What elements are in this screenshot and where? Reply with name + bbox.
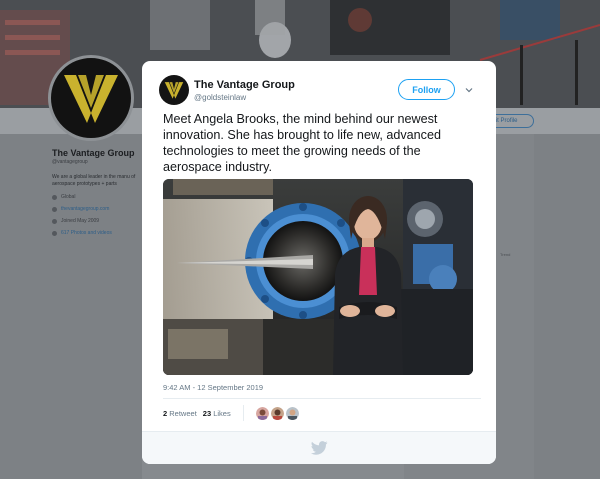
- background-photos[interactable]: 617 Photos and videos: [52, 230, 142, 236]
- background-website-text[interactable]: thevantagegroup.com: [61, 206, 109, 212]
- tweet-photo-image: [163, 179, 473, 375]
- calendar-icon: [52, 218, 57, 224]
- divider-top: [163, 398, 481, 399]
- tweet-text: Meet Angela Brooks, the mind behind our …: [163, 112, 441, 174]
- background-profile-handle: @vantagegroup: [52, 159, 88, 165]
- background-side-tag: Trend: [500, 252, 511, 257]
- chevron-down-icon[interactable]: [464, 85, 474, 95]
- background-joined: Joined May 2009: [52, 218, 142, 224]
- link-icon: [52, 206, 57, 212]
- background-photos-text[interactable]: 617 Photos and videos: [61, 230, 112, 236]
- follow-button[interactable]: Follow: [398, 79, 455, 100]
- tweet-stats: 2 Retweet 23 Likes: [163, 403, 299, 423]
- liker-avatar[interactable]: [255, 406, 269, 420]
- background-location: Global: [52, 194, 142, 200]
- author-name[interactable]: The Vantage Group: [194, 79, 295, 91]
- tweet-photo[interactable]: [163, 179, 473, 375]
- liker-avatar[interactable]: [270, 406, 284, 420]
- stats-separator: [242, 405, 244, 421]
- likers-avatars: [255, 406, 299, 420]
- like-label: Likes: [213, 408, 231, 418]
- tweet-modal: The Vantage Group @goldsteinlaw Follow M…: [142, 61, 496, 464]
- like-stat[interactable]: 23 Likes: [203, 409, 231, 418]
- background-profile-avatar[interactable]: [48, 55, 134, 141]
- like-count: 23: [202, 408, 212, 418]
- location-icon: [52, 194, 57, 200]
- modal-footer: [142, 431, 496, 464]
- author-avatar[interactable]: [159, 75, 189, 105]
- retweet-label: Retweet: [169, 408, 197, 418]
- retweet-count: 2: [163, 408, 168, 418]
- bird-logo-icon: [310, 441, 328, 455]
- background-joined-text: Joined May 2009: [61, 218, 100, 224]
- background-profile-sidebar: The Vantage Group @vantagegroup We are a…: [52, 148, 142, 236]
- background-location-text: Global: [61, 194, 76, 200]
- retweet-stat[interactable]: 2 Retweet: [163, 409, 197, 418]
- background-profile-name: The Vantage Group: [52, 148, 135, 158]
- background-profile-bio: We are a global leader in the manu of ae…: [52, 174, 136, 187]
- vantage-logo-icon: [164, 82, 184, 99]
- vantage-logo-icon: [64, 75, 118, 123]
- author-handle[interactable]: @goldsteinlaw: [194, 93, 246, 102]
- tweet-timestamp[interactable]: 9:42 AM - 12 September 2019: [163, 383, 263, 392]
- background-website[interactable]: thevantagegroup.com: [52, 206, 142, 212]
- liker-avatar[interactable]: [285, 406, 299, 420]
- photos-icon: [52, 230, 57, 236]
